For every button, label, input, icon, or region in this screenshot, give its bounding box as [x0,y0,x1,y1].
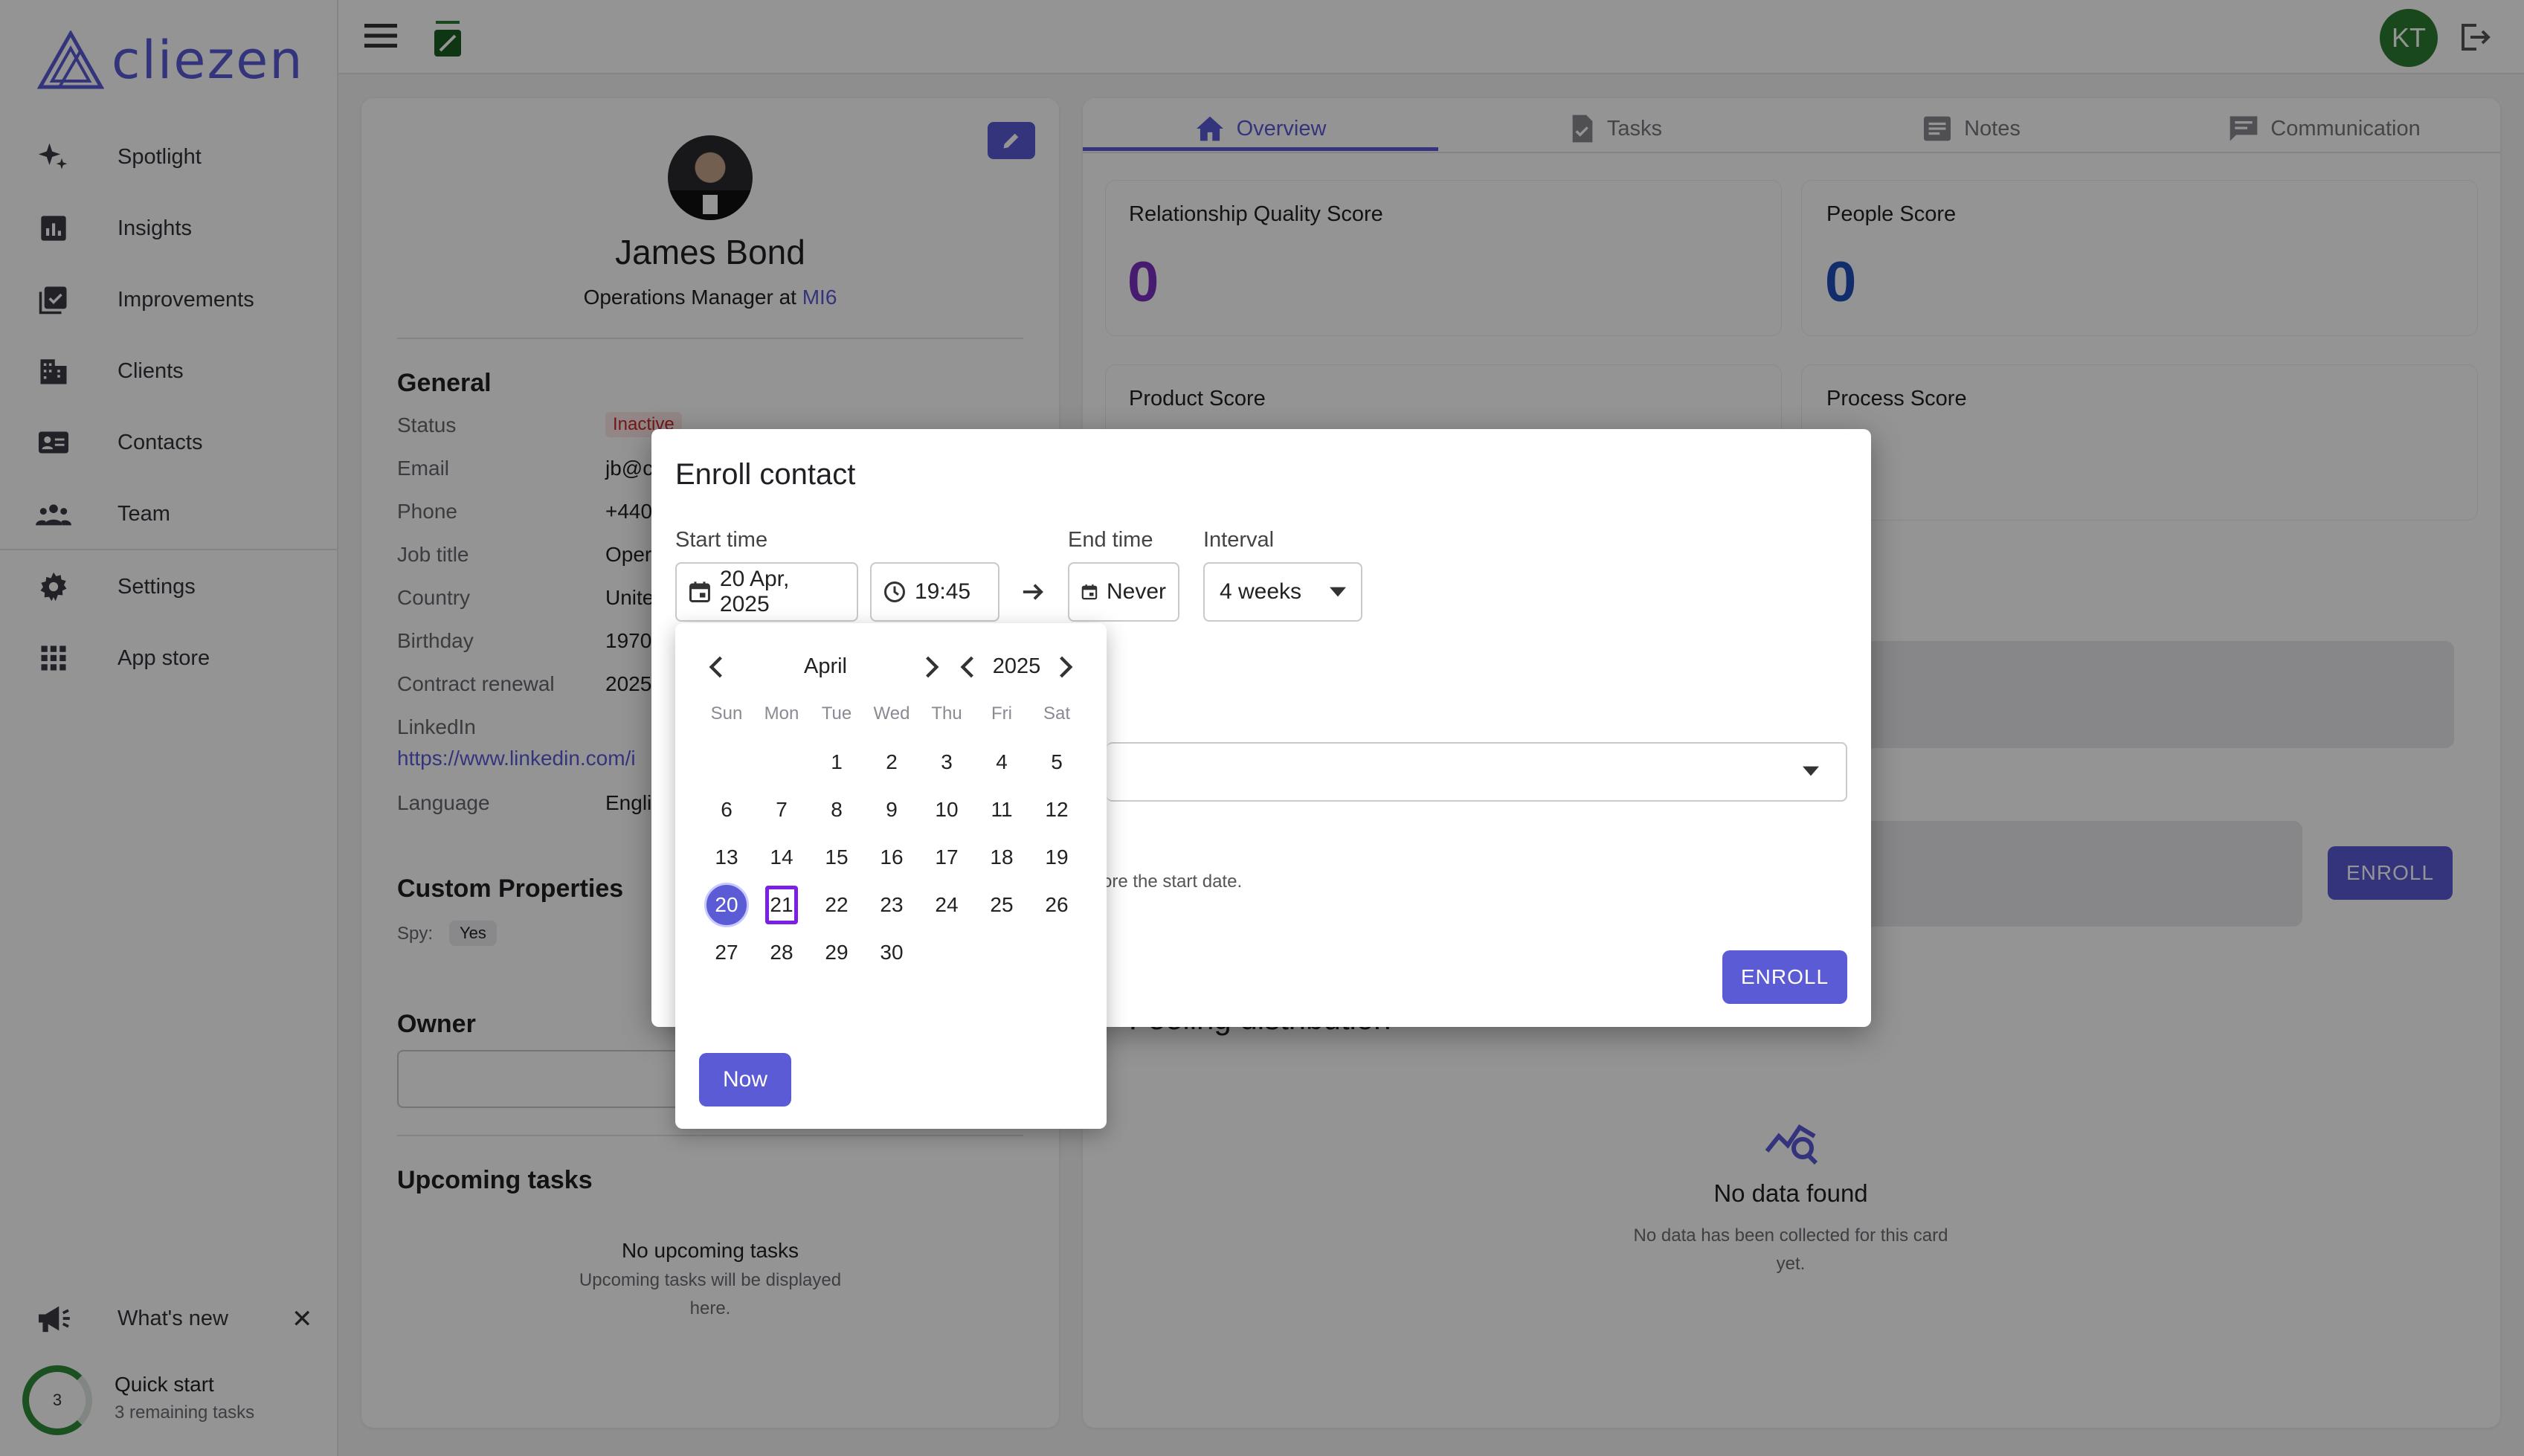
calendar-day[interactable]: 4 [979,740,1024,785]
weekday-mon: Mon [764,703,799,724]
end-time-value: Never [1106,579,1166,604]
calendar-day[interactable]: 7 [759,787,804,832]
calendar-month[interactable]: April [788,654,863,679]
calendar-day[interactable]: 8 [814,787,859,832]
start-date-field[interactable]: 20 Apr, 2025 [675,562,858,622]
weekday-thu: Thu [931,703,962,724]
weekday-sat: Sat [1043,703,1071,724]
calendar-day[interactable]: 22 [814,883,859,927]
start-time-label: Start time [675,528,768,552]
prev-year-icon[interactable] [959,656,976,682]
next-year-icon[interactable] [1057,656,1074,682]
calendar-day[interactable]: 9 [869,787,914,832]
calendar-day[interactable]: 11 [979,787,1024,832]
calendar-day[interactable]: 19 [1034,835,1079,880]
calendar-day[interactable]: 24 [924,883,969,927]
calendar-day[interactable]: 26 [1034,883,1079,927]
calendar-day[interactable]: 10 [924,787,969,832]
start-date-value: 20 Apr, 2025 [719,567,790,616]
calendar-day[interactable]: 1 [814,740,859,785]
interval-value: 4 weeks [1220,579,1302,604]
calendar-day[interactable]: 14 [759,835,804,880]
start-time-value: 19:45 [915,579,971,604]
calendar-icon [689,582,710,602]
calendar-day[interactable]: 16 [869,835,914,880]
next-month-icon[interactable] [924,656,940,682]
dialog-title: Enroll contact [675,458,856,491]
calendar-day[interactable]: 29 [814,930,859,975]
calendar-day[interactable]: 27 [704,930,749,975]
calendar-day[interactable]: 21 [765,886,798,924]
end-time-label: End time [1068,528,1153,552]
calendar-day[interactable]: 25 [979,883,1024,927]
calendar-day[interactable]: 20 [704,883,749,927]
end-time-field[interactable]: Never [1068,562,1179,622]
start-time-field[interactable]: 19:45 [870,562,999,622]
weekday-sun: Sun [710,703,743,724]
calendar-day[interactable]: 3 [924,740,969,785]
calendar-day[interactable]: 28 [759,930,804,975]
calendar-day[interactable]: 23 [869,883,914,927]
now-button[interactable]: Now [699,1053,791,1107]
calendar-day[interactable]: 15 [814,835,859,880]
calendar-icon [1081,584,1098,600]
enroll-button[interactable]: ENROLL [1722,950,1847,1004]
weekday-tue: Tue [821,703,852,724]
calendar-day[interactable]: 12 [1034,787,1079,832]
arrow-right-icon [1022,577,1044,611]
weekday-wed: Wed [873,703,910,724]
weekday-fri: Fri [991,703,1012,724]
dialog-hint-text: ore the start date. [1102,872,1243,892]
chevron-down-icon [1330,587,1346,597]
calendar-day[interactable]: 2 [869,740,914,785]
calendar-day[interactable]: 13 [704,835,749,880]
calendar-year[interactable]: 2025 [985,654,1049,679]
interval-label: Interval [1203,528,1275,552]
calendar-day[interactable]: 6 [704,787,749,832]
calendar-day[interactable]: 5 [1034,740,1079,785]
clock-icon [884,582,905,602]
calendar-day[interactable]: 18 [979,835,1024,880]
dialog-select-field[interactable] [1107,742,1847,802]
interval-select[interactable]: 4 weeks [1203,562,1362,622]
calendar-day[interactable]: 30 [869,930,914,975]
prev-month-icon[interactable] [708,656,724,682]
dropdown-chevron-icon[interactable] [1803,766,1819,780]
calendar-day[interactable]: 17 [924,835,969,880]
